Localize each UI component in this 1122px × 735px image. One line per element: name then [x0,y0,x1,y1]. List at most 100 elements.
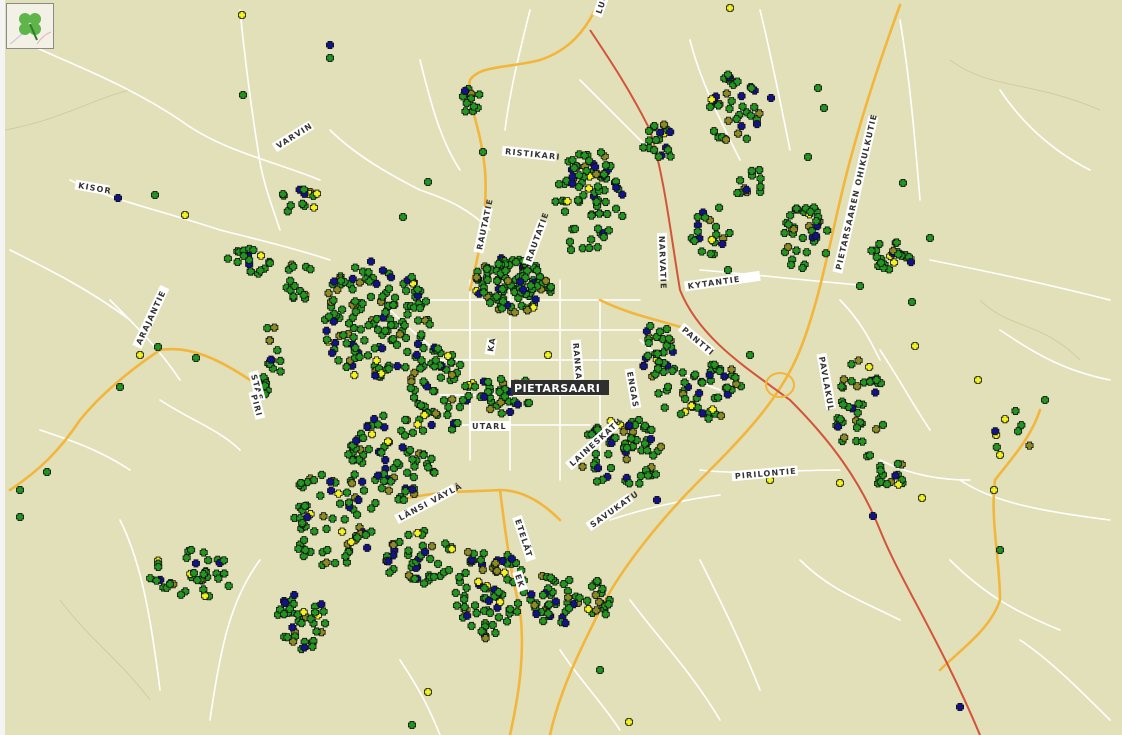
plus-marker-icon[interactable] [484,596,493,605]
plus-marker-icon[interactable] [479,549,488,558]
plus-marker-icon[interactable] [306,614,315,623]
plus-marker-icon[interactable] [374,325,383,334]
plus-marker-icon[interactable] [193,576,202,585]
plus-marker-icon[interactable] [676,410,685,419]
plus-marker-icon[interactable] [308,642,317,651]
plus-marker-icon[interactable] [463,611,472,620]
plus-marker-icon[interactable] [651,470,660,479]
plus-marker-icon[interactable] [249,245,258,254]
plus-marker-icon[interactable] [601,610,610,619]
plus-marker-icon[interactable] [690,236,699,245]
plus-marker-icon[interactable] [714,393,723,402]
plus-marker-icon[interactable] [821,249,830,258]
plus-marker-icon[interactable] [893,459,902,468]
plus-marker-icon[interactable] [273,346,282,355]
plus-marker-icon[interactable] [990,486,998,494]
plus-marker-icon[interactable] [460,87,469,96]
plus-marker-icon[interactable] [278,190,287,199]
plus-marker-icon[interactable] [393,362,402,371]
plus-marker-icon[interactable] [756,182,765,191]
plus-marker-icon[interactable] [433,559,442,568]
plus-marker-icon[interactable] [899,179,907,187]
plus-marker-icon[interactable] [239,91,247,99]
plus-marker-icon[interactable] [493,567,502,576]
plus-marker-icon[interactable] [865,363,874,372]
plus-marker-icon[interactable] [746,351,754,359]
plus-marker-icon[interactable] [507,554,516,563]
plus-marker-icon[interactable] [725,228,734,237]
plus-marker-icon[interactable] [389,301,398,310]
plus-marker-icon[interactable] [413,420,422,429]
plus-marker-icon[interactable] [747,166,756,175]
plus-marker-icon[interactable] [852,423,861,432]
plus-marker-icon[interactable] [496,597,505,606]
plus-marker-icon[interactable] [329,296,338,305]
plus-marker-icon[interactable] [635,479,644,488]
plus-marker-icon[interactable] [455,573,464,582]
plus-marker-icon[interactable] [698,409,707,418]
plus-marker-icon[interactable] [381,326,390,335]
plus-marker-icon[interactable] [570,224,579,233]
plus-marker-icon[interactable] [286,201,295,210]
plus-marker-icon[interactable] [480,584,489,593]
plus-marker-icon[interactable] [427,421,436,430]
plus-marker-icon[interactable] [497,304,506,313]
plus-marker-icon[interactable] [840,433,849,442]
plus-marker-icon[interactable] [563,197,572,206]
plus-marker-icon[interactable] [265,336,274,345]
plus-marker-icon[interactable] [596,666,604,674]
plus-marker-icon[interactable] [409,473,418,482]
plus-marker-icon[interactable] [491,559,500,568]
plus-marker-icon[interactable] [585,244,594,253]
plus-marker-icon[interactable] [650,146,659,155]
plus-marker-icon[interactable] [345,498,354,507]
plus-marker-icon[interactable] [464,548,473,557]
plus-marker-icon[interactable] [587,235,596,244]
plus-marker-icon[interactable] [715,203,724,212]
plus-marker-icon[interactable] [359,433,368,442]
plus-marker-icon[interactable] [374,420,383,429]
plus-marker-icon[interactable] [650,121,659,130]
plus-marker-icon[interactable] [876,466,885,475]
plus-marker-icon[interactable] [199,548,208,557]
plus-marker-icon[interactable] [488,621,497,630]
plus-marker-icon[interactable] [725,104,734,113]
plus-marker-icon[interactable] [486,405,495,414]
plus-marker-icon[interactable] [767,94,775,102]
plus-marker-icon[interactable] [603,210,612,219]
plus-marker-icon[interactable] [448,370,457,379]
plus-marker-icon[interactable] [360,336,369,345]
plus-marker-icon[interactable] [680,378,689,387]
plus-marker-icon[interactable] [448,395,457,404]
plus-marker-icon[interactable] [214,574,223,583]
plus-marker-icon[interactable] [401,415,410,424]
plus-marker-icon[interactable] [655,327,664,336]
plus-marker-icon[interactable] [701,213,710,222]
plus-marker-icon[interactable] [303,513,312,522]
plus-marker-icon[interactable] [752,120,761,129]
plus-marker-icon[interactable] [792,246,801,255]
plus-marker-icon[interactable] [646,321,655,330]
plus-marker-icon[interactable] [504,276,513,285]
plus-marker-icon[interactable] [681,395,690,404]
plus-marker-icon[interactable] [349,333,358,342]
plus-marker-icon[interactable] [812,217,821,226]
plus-marker-icon[interactable] [847,377,856,386]
plus-marker-icon[interactable] [718,239,727,248]
plus-marker-icon[interactable] [455,403,464,412]
plus-marker-icon[interactable] [364,445,373,454]
plus-marker-icon[interactable] [871,388,880,397]
plus-marker-icon[interactable] [297,619,306,628]
plus-marker-icon[interactable] [716,411,725,420]
plus-marker-icon[interactable] [294,544,303,553]
plus-marker-icon[interactable] [594,464,603,473]
plus-marker-icon[interactable] [420,579,429,588]
plus-marker-icon[interactable] [584,605,593,614]
plus-marker-icon[interactable] [494,259,503,268]
plus-marker-icon[interactable] [401,487,410,496]
plus-marker-icon[interactable] [381,308,390,317]
plus-marker-icon[interactable] [662,341,671,350]
plus-marker-icon[interactable] [384,486,393,495]
plus-marker-icon[interactable] [583,596,592,605]
plus-marker-icon[interactable] [578,244,587,253]
